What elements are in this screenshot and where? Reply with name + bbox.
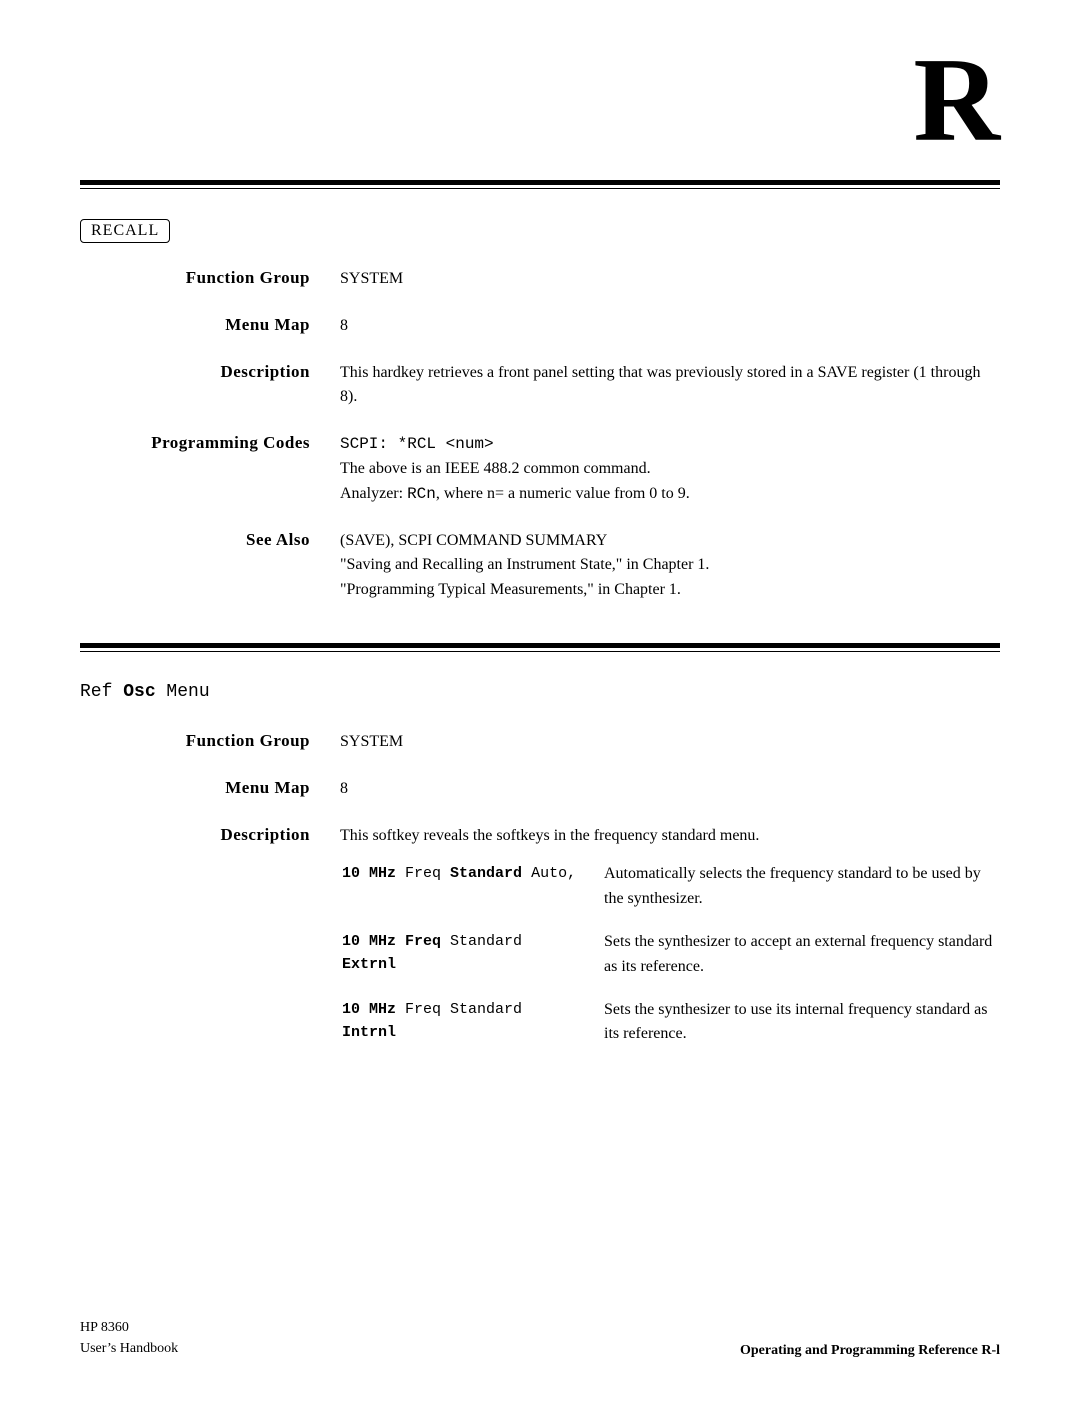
refosc-r1-10mhz: 10 MHz	[342, 865, 396, 882]
refosc-r2-extrnl: Extrnl	[342, 956, 396, 973]
recall-menu-map-value: 8	[340, 314, 1000, 339]
refosc-sub-table: 10 MHz Freq Standard Auto, Automatically…	[340, 860, 1000, 1065]
footer-left: HP 8360 User’s Handbook	[80, 1317, 178, 1359]
footer-product: HP 8360	[80, 1317, 178, 1338]
refosc-sub-row-1-right: Automatically selects the frequency stan…	[604, 862, 998, 928]
refosc-description-label: Description	[80, 824, 340, 845]
refosc-sub-row-1-left: 10 MHz Freq Standard Auto,	[342, 862, 602, 928]
recall-menu-map-label: Menu Map	[80, 314, 340, 335]
recall-see-also-label: See Also	[80, 529, 340, 550]
top-divider	[80, 180, 1000, 189]
refosc-r2-standard: Standard	[450, 933, 522, 950]
programming-code-line3: Analyzer: RCn, where n= a numeric value …	[340, 485, 690, 502]
refosc-description-row: Description This softkey reveals the sof…	[80, 824, 1000, 1066]
see-also-line2: "Saving and Recalling an Instrument Stat…	[340, 556, 709, 573]
recall-section: RECALL Function Group SYSTEM Menu Map 8 …	[80, 219, 1000, 603]
refosc-description-content: This softkey reveals the softkeys in the…	[340, 824, 1000, 1066]
refosc-function-group-label: Function Group	[80, 730, 340, 751]
refosc-r1-standard: Standard	[450, 865, 522, 882]
recall-see-also-row: See Also (SAVE), SCPI COMMAND SUMMARY "S…	[80, 529, 1000, 603]
refosc-sub-row-2: 10 MHz Freq Standard Extrnl Sets the syn…	[342, 930, 998, 996]
refosc-sub-row-3: 10 MHz Freq Standard Intrnl Sets the syn…	[342, 998, 998, 1064]
refosc-sub-row-2-right: Sets the synthesizer to accept an extern…	[604, 930, 998, 996]
refosc-r2-10mhzfreq: 10 MHz Freq	[342, 933, 441, 950]
footer-handbook: User’s Handbook	[80, 1338, 178, 1359]
ref-osc-section: Ref Osc Menu Function Group SYSTEM Menu …	[80, 682, 1000, 1065]
middle-divider	[80, 643, 1000, 652]
refosc-r1-freq: Freq	[405, 865, 450, 882]
recall-function-group-row: Function Group SYSTEM	[80, 267, 1000, 292]
refosc-r3-10mhz: 10 MHz	[342, 1001, 396, 1018]
refosc-menu-map-label: Menu Map	[80, 777, 340, 798]
refosc-sub-row-3-left: 10 MHz Freq Standard Intrnl	[342, 998, 602, 1064]
refosc-menu-map-row: Menu Map 8	[80, 777, 1000, 802]
ref-osc-heading-ref: Ref	[80, 682, 123, 702]
recall-programming-codes-label: Programming Codes	[80, 432, 340, 453]
recall-see-also-value: (SAVE), SCPI COMMAND SUMMARY "Saving and…	[340, 529, 1000, 603]
ref-osc-heading: Ref Osc Menu	[80, 682, 1000, 702]
refosc-r1-auto: Auto,	[531, 865, 576, 882]
recall-badge: RECALL	[80, 219, 170, 243]
section-letter: R	[913, 40, 1000, 160]
refosc-menu-map-value: 8	[340, 777, 1000, 802]
see-also-line3: "Programming Typical Measurements," in C…	[340, 581, 681, 598]
refosc-r3-intrnl: Intrnl	[342, 1024, 396, 1041]
page: R RECALL Function Group SYSTEM Menu Map …	[0, 0, 1080, 1409]
refosc-sub-row-1: 10 MHz Freq Standard Auto, Automatically…	[342, 862, 998, 928]
see-also-line1: (SAVE), SCPI COMMAND SUMMARY	[340, 532, 607, 549]
recall-function-group-label: Function Group	[80, 267, 340, 288]
recall-description-value: This hardkey retrieves a front panel set…	[340, 361, 1000, 411]
footer-right: Operating and Programming Reference R-l	[740, 1343, 1000, 1359]
recall-menu-map-row: Menu Map 8	[80, 314, 1000, 339]
programming-code-line2: The above is an IEEE 488.2 common comman…	[340, 460, 651, 477]
recall-programming-codes-row: Programming Codes SCPI: *RCL <num> The a…	[80, 432, 1000, 506]
recall-programming-codes-value: SCPI: *RCL <num> The above is an IEEE 48…	[340, 432, 1000, 506]
recall-description-label: Description	[80, 361, 340, 382]
refosc-r3-freqstandard: Freq Standard	[405, 1001, 522, 1018]
recall-description-row: Description This hardkey retrieves a fro…	[80, 361, 1000, 411]
recall-function-group-value: SYSTEM	[340, 267, 1000, 292]
ref-osc-heading-osc: Osc	[123, 682, 155, 702]
refosc-sub-row-3-right: Sets the synthesizer to use its internal…	[604, 998, 998, 1064]
refosc-description-intro: This softkey reveals the softkeys in the…	[340, 824, 1000, 849]
refosc-function-group-value: SYSTEM	[340, 730, 1000, 755]
refosc-function-group-row: Function Group SYSTEM	[80, 730, 1000, 755]
refosc-sub-row-2-left: 10 MHz Freq Standard Extrnl	[342, 930, 602, 996]
programming-code-line1: SCPI: *RCL <num>	[340, 435, 494, 453]
ref-osc-heading-menu: Menu	[156, 682, 210, 702]
footer: HP 8360 User’s Handbook Operating and Pr…	[80, 1317, 1000, 1359]
